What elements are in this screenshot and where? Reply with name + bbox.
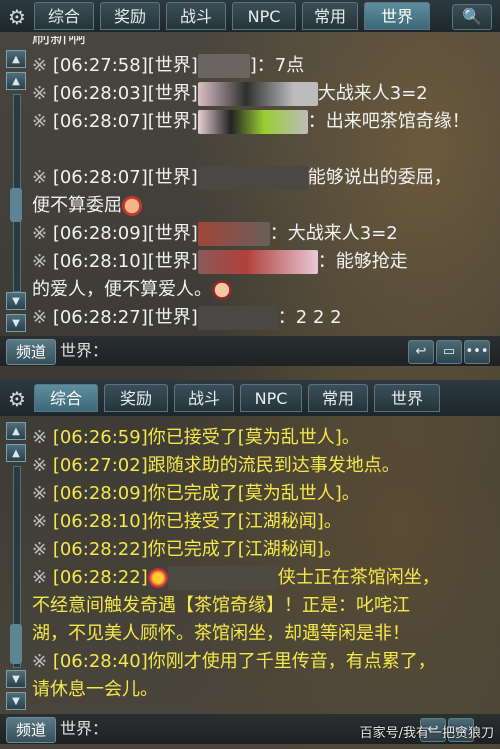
list-item: ※ [06:28:09][世界] ：大战来人3=2	[32, 222, 398, 246]
scroll-down-icon[interactable]: ▼	[6, 670, 26, 688]
list-item: ※ [06:28:27][世界] ：2 2 2	[32, 306, 342, 330]
tab-npc[interactable]: NPC	[232, 2, 296, 30]
channel-label: 世界：	[60, 719, 109, 738]
channel-button[interactable]: 频道	[6, 339, 56, 365]
tab-world[interactable]: 世界	[374, 384, 440, 412]
chat-panel-world: ⚙ 综合 奖励 战斗 NPC 常用 世界 🔍 ▲ ▲ ▼ ▼ 刷新啊 ※ [06…	[0, 0, 500, 368]
gear-icon[interactable]: ⚙	[6, 388, 28, 410]
scrollbar[interactable]: ▲ ▲ ▼ ▼	[6, 422, 28, 712]
watermark: 百家号/我有一把贪狼刀	[359, 726, 494, 741]
list-item: ※ [06:28:40]你刚才使用了千里传音，有点累了，	[32, 651, 436, 672]
list-item: ※ [06:28:10]你已接受了[江湖秘闻]。	[32, 511, 342, 532]
face-emoji-icon	[212, 280, 232, 300]
list-item: ※ [06:28:07][世界] ：出来吧茶馆奇缘！	[32, 110, 470, 134]
redacted-name	[197, 82, 318, 106]
tab-common[interactable]: 常用	[308, 384, 368, 412]
list-item: 请休息一会儿。	[32, 679, 158, 700]
chat-panel-general: ⚙ 综合 奖励 战斗 NPC 常用 世界 ▲ ▲ ▼ ▼ ※ [06:26:59…	[0, 380, 500, 749]
tab-combat[interactable]: 战斗	[174, 384, 234, 412]
tab-general[interactable]: 综合	[34, 384, 98, 412]
list-item: ※ [06:27:58][世界]]：7点	[32, 54, 305, 78]
scroll-bottom-icon[interactable]: ▼	[6, 692, 26, 710]
scroll-up-icon[interactable]: ▲	[6, 444, 26, 462]
scroll-down-icon[interactable]: ▼	[6, 292, 26, 310]
tab-world[interactable]: 世界	[364, 2, 430, 30]
redacted-name	[197, 166, 308, 190]
list-item: ※ [06:28:10][世界] ：能够抢走	[32, 250, 408, 274]
scroll-top-icon[interactable]: ▲	[6, 422, 26, 440]
channel-button[interactable]: 频道	[6, 717, 56, 743]
message-list: 刷新啊 ※ [06:27:58][世界]]：7点 ※ [06:28:03][世界…	[32, 36, 492, 334]
tab-rewards[interactable]: 奖励	[104, 384, 168, 412]
scroll-top-icon[interactable]: ▲	[6, 50, 26, 68]
list-item: 湖，不见美人顾怀。茶馆闲坐，却遇等闲是非！	[32, 623, 410, 644]
more-icon[interactable]: •••	[464, 340, 490, 364]
tab-combat[interactable]: 战斗	[166, 2, 226, 30]
search-button[interactable]: 🔍	[452, 4, 492, 30]
channel-label: 世界：	[60, 341, 109, 360]
redacted-name	[197, 250, 318, 274]
list-item: 便不算委屈	[32, 192, 492, 220]
search-icon: 🔍	[462, 7, 482, 26]
tab-rewards[interactable]: 奖励	[100, 2, 160, 30]
list-item: 不经意间触发奇遇【茶馆奇缘】！正是：叱咤江	[32, 595, 410, 616]
tab-bar: ⚙ 综合 奖励 战斗 NPC 常用 世界 🔍	[0, 0, 500, 32]
scroll-up-icon[interactable]: ▲	[6, 72, 26, 90]
chat-bubble-icon[interactable]: ▭	[436, 340, 462, 364]
scroll-bottom-icon[interactable]: ▼	[6, 314, 26, 332]
scrollbar[interactable]: ▲ ▲ ▼ ▼	[6, 50, 28, 336]
list-item: 的爱人，便不算爱人。	[32, 276, 492, 304]
tab-bar: ⚙ 综合 奖励 战斗 NPC 常用 世界	[0, 380, 500, 416]
tab-npc[interactable]: NPC	[240, 384, 302, 412]
tab-common[interactable]: 常用	[302, 2, 358, 30]
list-item	[32, 136, 492, 164]
list-item: ※ [06:28:22] 侠士正在茶馆闲坐，	[32, 566, 440, 590]
chat-input-bar: 频道 世界： ↩ ▭ •••	[0, 336, 500, 366]
redacted-name	[167, 566, 278, 590]
gear-icon[interactable]: ⚙	[6, 6, 28, 28]
list-item: ※ [06:28:22]你已完成了[江湖秘闻]。	[32, 539, 342, 560]
list-item: ※ [06:28:03][世界] 大战来人3=2	[32, 82, 428, 106]
list-item: ※ [06:28:09]你已完成了[莫为乱世人]。	[32, 483, 360, 504]
reply-icon[interactable]: ↩	[408, 340, 434, 364]
redacted-name	[197, 222, 270, 246]
message-list: ※ [06:26:59]你已接受了[莫为乱世人]。 ※ [06:27:02]跟随…	[32, 424, 492, 710]
scroll-thumb[interactable]	[10, 188, 22, 222]
scroll-thumb[interactable]	[10, 624, 22, 664]
list-item: 刷新啊	[32, 36, 86, 48]
swirl-emoji-icon	[147, 568, 168, 588]
list-item: ※ [06:27:02]跟随求助的流民到达事发地点。	[32, 455, 400, 476]
redacted-name	[197, 110, 308, 134]
redacted-name	[197, 306, 278, 330]
list-item: ※ [06:28:07][世界] 能够说出的委屈，	[32, 166, 452, 190]
face-emoji-icon	[122, 196, 142, 216]
tab-general[interactable]: 综合	[34, 2, 94, 30]
list-item: ※ [06:26:59]你已接受了[莫为乱世人]。	[32, 427, 360, 448]
redacted-name	[197, 54, 250, 78]
